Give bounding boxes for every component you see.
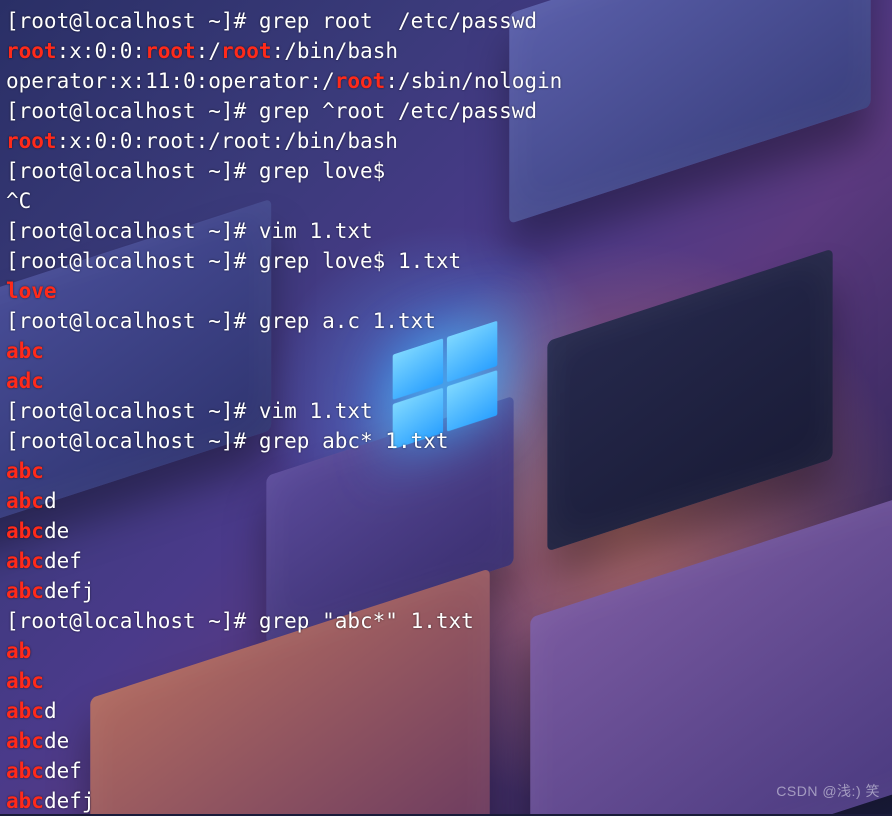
terminal-command-line: [root@localhost ~]# grep "abc*" 1.txt bbox=[6, 606, 886, 636]
grep-match: abc bbox=[6, 729, 44, 753]
shell-prompt: [root@localhost ~]# bbox=[6, 159, 259, 183]
shell-prompt: [root@localhost ~]# bbox=[6, 399, 259, 423]
grep-match: root bbox=[221, 39, 272, 63]
terminal-command-line: [root@localhost ~]# grep love$ bbox=[6, 156, 886, 186]
terminal-output-line: ab bbox=[6, 636, 886, 666]
terminal-command-line: [root@localhost ~]# grep ^root /etc/pass… bbox=[6, 96, 886, 126]
terminal-output-line: ^C bbox=[6, 186, 886, 216]
grep-match: ab bbox=[6, 639, 31, 663]
grep-match: abc bbox=[6, 579, 44, 603]
output-text: :/bin/bash bbox=[272, 39, 398, 63]
grep-match: abc bbox=[6, 699, 44, 723]
terminal-command-line: [root@localhost ~]# grep a.c 1.txt bbox=[6, 306, 886, 336]
output-text: ^C bbox=[6, 189, 31, 213]
grep-match: abc bbox=[6, 669, 44, 693]
terminal-command-line: [root@localhost ~]# grep root /etc/passw… bbox=[6, 6, 886, 36]
shell-prompt: [root@localhost ~]# bbox=[6, 219, 259, 243]
output-text: :/ bbox=[196, 39, 221, 63]
grep-match: abc bbox=[6, 519, 44, 543]
grep-match: root bbox=[6, 129, 57, 153]
terminal-output-line: abcdef bbox=[6, 546, 886, 576]
output-text: operator:x:11:0:operator:/ bbox=[6, 69, 335, 93]
terminal-output-line: root:x:0:0:root:/root:/bin/bash bbox=[6, 126, 886, 156]
terminal-output-line: abc bbox=[6, 666, 886, 696]
terminal-output-line: abc bbox=[6, 336, 886, 366]
output-text: d bbox=[44, 699, 57, 723]
grep-match: root bbox=[145, 39, 196, 63]
shell-prompt: [root@localhost ~]# bbox=[6, 429, 259, 453]
shell-prompt: [root@localhost ~]# bbox=[6, 9, 259, 33]
shell-prompt: [root@localhost ~]# bbox=[6, 99, 259, 123]
command-text: vim 1.txt bbox=[259, 399, 373, 423]
output-text: defj bbox=[44, 789, 95, 813]
terminal-command-line: [root@localhost ~]# grep love$ 1.txt bbox=[6, 246, 886, 276]
shell-prompt: [root@localhost ~]# bbox=[6, 309, 259, 333]
output-text: defj bbox=[44, 579, 95, 603]
command-text: grep love$ 1.txt bbox=[259, 249, 461, 273]
terminal-output-line: operator:x:11:0:operator:/root:/sbin/nol… bbox=[6, 66, 886, 96]
terminal-output-line: love bbox=[6, 276, 886, 306]
grep-match: abc bbox=[6, 339, 44, 363]
grep-match: adc bbox=[6, 369, 44, 393]
command-text: grep ^root /etc/passwd bbox=[259, 99, 537, 123]
grep-match: abc bbox=[6, 789, 44, 813]
command-text: vim 1.txt bbox=[259, 219, 373, 243]
terminal-output-line: abcde bbox=[6, 726, 886, 756]
grep-match: abc bbox=[6, 459, 44, 483]
terminal-output-line: abcd bbox=[6, 486, 886, 516]
command-text: grep "abc*" 1.txt bbox=[259, 609, 474, 633]
output-text: :x:0:0:root:/root:/bin/bash bbox=[57, 129, 398, 153]
output-text: :/sbin/nologin bbox=[385, 69, 562, 93]
grep-match: abc bbox=[6, 759, 44, 783]
terminal-output-line: root:x:0:0:root:/root:/bin/bash bbox=[6, 36, 886, 66]
terminal-output-line: abcde bbox=[6, 516, 886, 546]
command-text: grep a.c 1.txt bbox=[259, 309, 436, 333]
shell-prompt: [root@localhost ~]# bbox=[6, 609, 259, 633]
grep-match: love bbox=[6, 279, 57, 303]
terminal-output-line: adc bbox=[6, 366, 886, 396]
terminal-output-line: abcdefj bbox=[6, 576, 886, 606]
command-text: grep abc* 1.txt bbox=[259, 429, 449, 453]
grep-match: root bbox=[335, 69, 386, 93]
output-text: def bbox=[44, 549, 82, 573]
terminal[interactable]: [root@localhost ~]# grep root /etc/passw… bbox=[0, 0, 892, 814]
command-text: grep root /etc/passwd bbox=[259, 9, 537, 33]
terminal-output-line: abcd bbox=[6, 696, 886, 726]
output-text: d bbox=[44, 489, 57, 513]
grep-match: root bbox=[6, 39, 57, 63]
terminal-output-line: abc bbox=[6, 456, 886, 486]
terminal-command-line: [root@localhost ~]# vim 1.txt bbox=[6, 216, 886, 246]
terminal-output-line: abcdef bbox=[6, 756, 886, 786]
grep-match: abc bbox=[6, 549, 44, 573]
terminal-command-line: [root@localhost ~]# vim 1.txt bbox=[6, 396, 886, 426]
output-text: de bbox=[44, 729, 69, 753]
output-text: def bbox=[44, 759, 82, 783]
output-text: :x:0:0: bbox=[57, 39, 146, 63]
grep-match: abc bbox=[6, 489, 44, 513]
terminal-command-line: [root@localhost ~]# grep abc* 1.txt bbox=[6, 426, 886, 456]
terminal-output-line: abcdefj bbox=[6, 786, 886, 816]
output-text: de bbox=[44, 519, 69, 543]
shell-prompt: [root@localhost ~]# bbox=[6, 249, 259, 273]
watermark: CSDN @浅:) 笑 bbox=[776, 776, 880, 806]
command-text: grep love$ bbox=[259, 159, 385, 183]
